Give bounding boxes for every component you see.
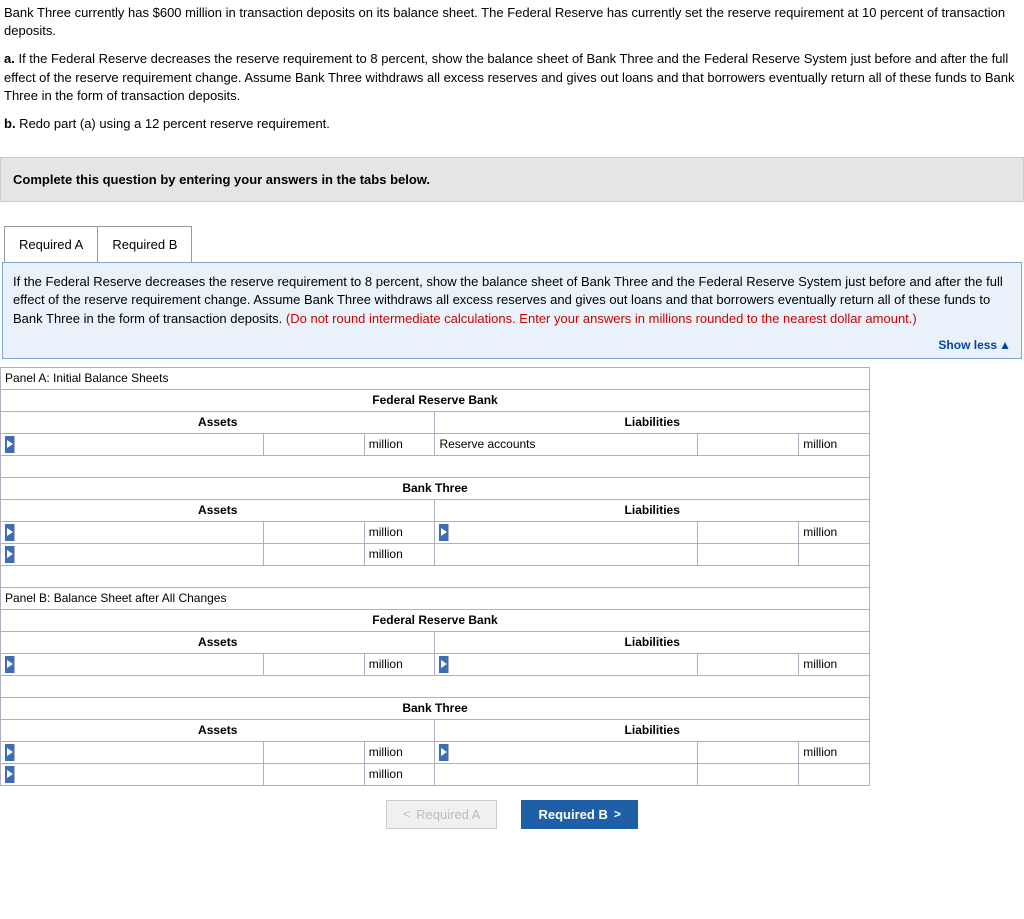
bank3-header-a: Bank Three [1,477,870,499]
frb-a-asset-desc[interactable] [1,433,264,455]
unit-million: million [799,653,870,675]
unit-million: million [799,741,870,763]
blank-cell [799,543,870,565]
bank3-a-asset2-amount[interactable] [263,543,364,565]
next-required-b-button[interactable]: Required B > [521,800,637,829]
bank3-b-liab-desc[interactable] [435,741,698,763]
unit-million: million [799,433,870,455]
prev-required-a-button[interactable]: < Required A [386,800,497,829]
tabs-row: Required A Required B [4,226,1024,262]
frb-b-asset-amount[interactable] [263,653,364,675]
bank3-a-liab-amount[interactable] [698,521,799,543]
bank3-b-asset2-desc[interactable] [1,763,264,785]
balance-sheet-area: Panel A: Initial Balance Sheets Federal … [0,367,1024,843]
question-part-a: a. If the Federal Reserve decreases the … [4,50,1020,105]
question-stem: Bank Three currently has $600 million in… [0,0,1024,151]
unit-million: million [364,763,435,785]
blank-cell [799,763,870,785]
unit-million: million [364,433,435,455]
balance-sheet-table: Panel A: Initial Balance Sheets Federal … [0,367,870,786]
liabilities-header: Liabilities [435,631,870,653]
panel-a-title: Panel A: Initial Balance Sheets [1,367,870,389]
assets-header: Assets [1,411,435,433]
assets-header: Assets [1,631,435,653]
bank3-a-asset2-desc[interactable] [1,543,264,565]
tab-required-a[interactable]: Required A [4,226,98,262]
blank-cell [435,543,698,565]
chevron-right-icon [5,436,15,453]
chevron-right-icon [5,766,15,783]
frb-b-liab-amount[interactable] [698,653,799,675]
frb-b-liab-desc[interactable] [435,653,698,675]
bank3-b-asset1-amount[interactable] [263,741,364,763]
bank3-a-liab-desc[interactable] [435,521,698,543]
blank-cell [435,763,698,785]
chevron-right-icon [5,524,15,541]
tab-content: If the Federal Reserve decreases the res… [2,262,1022,359]
blank-cell [698,543,799,565]
unit-million: million [799,521,870,543]
liabilities-header: Liabilities [435,499,870,521]
frb-a-liab-desc: Reserve accounts [435,433,698,455]
frb-header-a: Federal Reserve Bank [1,389,870,411]
panel-b-title: Panel B: Balance Sheet after All Changes [1,587,870,609]
bank3-header-b: Bank Three [1,697,870,719]
chevron-right-icon [5,546,15,563]
unit-million: million [364,741,435,763]
bank3-a-asset1-amount[interactable] [263,521,364,543]
question-intro: Bank Three currently has $600 million in… [4,4,1020,40]
frb-header-b: Federal Reserve Bank [1,609,870,631]
chevron-right-icon: > [614,807,621,821]
bank3-b-asset1-desc[interactable] [1,741,264,763]
assets-header: Assets [1,499,435,521]
bank3-b-liab-amount[interactable] [698,741,799,763]
liabilities-header: Liabilities [435,411,870,433]
frb-b-asset-desc[interactable] [1,653,264,675]
question-part-b: b. Redo part (a) using a 12 percent rese… [4,115,1020,133]
chevron-left-icon: < [403,807,410,821]
chevron-right-icon [5,744,15,761]
chevron-right-icon [5,656,15,673]
tab-prompt: If the Federal Reserve decreases the res… [13,273,1011,328]
liabilities-header: Liabilities [435,719,870,741]
tab-required-b[interactable]: Required B [97,226,192,262]
assets-header: Assets [1,719,435,741]
chevron-right-icon [439,524,449,541]
unit-million: million [364,543,435,565]
frb-a-liab-amount[interactable] [698,433,799,455]
chevron-right-icon [439,744,449,761]
triangle-up-icon: ▲ [999,338,1011,352]
instruction-bar: Complete this question by entering your … [0,157,1024,202]
unit-million: million [364,653,435,675]
blank-cell [698,763,799,785]
bank3-a-asset1-desc[interactable] [1,521,264,543]
nav-buttons: < Required A Required B > [0,786,1024,843]
show-less-toggle[interactable]: Show less▲ [13,338,1011,352]
frb-a-asset-amount[interactable] [263,433,364,455]
unit-million: million [364,521,435,543]
bank3-b-asset2-amount[interactable] [263,763,364,785]
chevron-right-icon [439,656,449,673]
